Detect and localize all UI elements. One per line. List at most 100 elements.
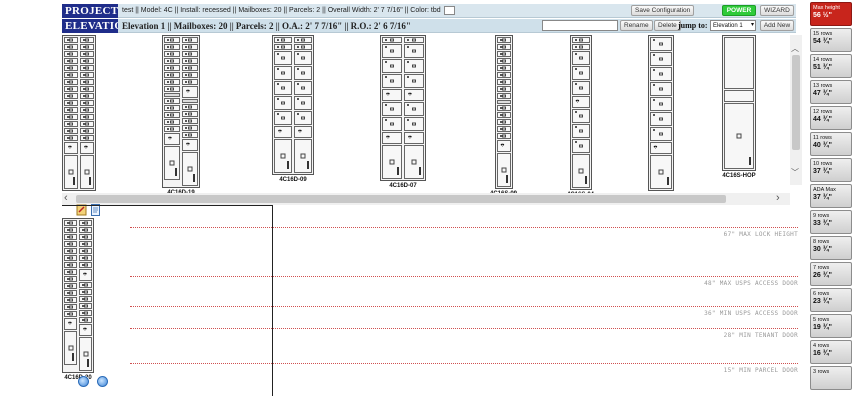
- mailbox-door[interactable]: [79, 234, 92, 240]
- parcel-door[interactable]: [79, 337, 92, 371]
- row-height-button[interactable]: 4 rows 16 ¾": [810, 340, 852, 364]
- mailbox-door[interactable]: [64, 311, 77, 317]
- mailbox-door[interactable]: [404, 117, 424, 131]
- mailbox-door[interactable]: [64, 100, 78, 106]
- mailbox-door[interactable]: [79, 289, 92, 295]
- mailbox-door[interactable]: [164, 58, 180, 64]
- mailbox-door[interactable]: [571, 124, 590, 138]
- mailbox-door[interactable]: [294, 51, 312, 65]
- vertical-scrollbar[interactable]: ︿ ﹀: [790, 35, 802, 185]
- mailbox-door[interactable]: [294, 111, 312, 125]
- mailbox-door[interactable]: [79, 262, 92, 268]
- mailbox-door[interactable]: [64, 248, 77, 254]
- mailbox-door[interactable]: [649, 52, 672, 66]
- mailbox-door[interactable]: [80, 107, 94, 113]
- scroll-down-icon[interactable]: ﹀: [791, 167, 799, 178]
- elevation-preview[interactable]: •:••:••:•4C16D-20: [62, 218, 94, 381]
- max-height-button[interactable]: Max height 56 ½": [810, 2, 852, 26]
- mailbox-door[interactable]: [79, 296, 92, 302]
- mailbox-door[interactable]: [64, 234, 77, 240]
- parcel-door[interactable]: [294, 139, 312, 173]
- mailbox-door[interactable]: •:•: [164, 133, 180, 145]
- mailbox-door[interactable]: •:•: [274, 126, 292, 138]
- mailbox-door[interactable]: [274, 96, 292, 110]
- mailbox-door[interactable]: [80, 86, 94, 92]
- mailbox-door[interactable]: [80, 128, 94, 134]
- unit-4c16s-04[interactable]: •:•4C16S-04: [567, 35, 594, 193]
- mailbox-door[interactable]: [571, 37, 590, 43]
- mailbox-door[interactable]: [64, 44, 78, 50]
- mailbox-door[interactable]: [64, 65, 78, 71]
- unit-4c16s-hop[interactable]: 4C16S-HOP: [722, 35, 756, 179]
- row-height-button[interactable]: 9 rows 33 ¾": [810, 210, 852, 234]
- mailbox-door[interactable]: [294, 66, 312, 80]
- delete-button[interactable]: Delete: [654, 20, 681, 31]
- mailbox-door[interactable]: [80, 51, 94, 57]
- rename-button[interactable]: Rename: [620, 20, 653, 31]
- mailbox-door[interactable]: [64, 241, 77, 247]
- horizontal-scrollbar[interactable]: ‹ ›: [62, 192, 790, 205]
- mailbox-door[interactable]: [64, 114, 78, 120]
- mailbox-door[interactable]: [164, 98, 180, 104]
- row-height-button[interactable]: 5 rows 19 ¾": [810, 314, 852, 338]
- mailbox-door[interactable]: •:•: [649, 142, 672, 154]
- mailbox-door[interactable]: [649, 97, 672, 111]
- mailbox-door[interactable]: •:•: [571, 96, 590, 108]
- mailbox-door[interactable]: [496, 133, 511, 139]
- mailbox-door[interactable]: [164, 44, 180, 50]
- mailbox-door[interactable]: [496, 51, 511, 57]
- row-height-button[interactable]: 12 rows 44 ¾": [810, 106, 852, 130]
- mailbox-door[interactable]: [274, 66, 292, 80]
- mailbox-door[interactable]: [164, 112, 180, 118]
- mailbox-door[interactable]: [571, 81, 590, 95]
- mailbox-door[interactable]: [80, 93, 94, 99]
- mailbox-door[interactable]: [571, 66, 590, 80]
- mailbox-door[interactable]: [64, 86, 78, 92]
- mailbox-door[interactable]: [496, 105, 511, 111]
- add-new-button[interactable]: Add New: [760, 20, 794, 31]
- mailbox-door[interactable]: [496, 112, 511, 118]
- mailbox-door[interactable]: [496, 65, 511, 71]
- mailbox-door[interactable]: [64, 297, 77, 303]
- row-height-button[interactable]: 3 rows: [810, 366, 852, 390]
- rename-input[interactable]: [542, 20, 618, 31]
- mailbox-door[interactable]: •:•: [80, 142, 94, 154]
- mailbox-door[interactable]: [164, 65, 180, 71]
- mailbox-door[interactable]: [496, 119, 511, 125]
- wizard-button[interactable]: WIZARD: [760, 5, 794, 16]
- row-height-button[interactable]: 7 rows 26 ¾": [810, 262, 852, 286]
- mailbox-door[interactable]: [182, 118, 198, 124]
- mailbox-door[interactable]: [80, 72, 94, 78]
- mailbox-door[interactable]: [64, 283, 77, 289]
- unit-4c16d-09[interactable]: •:• •:• 4C16D-09: [272, 35, 314, 183]
- mailbox-door[interactable]: [382, 59, 402, 73]
- parcel-door[interactable]: [496, 153, 511, 187]
- mailbox-door[interactable]: [274, 81, 292, 95]
- parcel-door[interactable]: [64, 331, 77, 365]
- mailbox-door[interactable]: [274, 44, 292, 50]
- scroll-right-icon[interactable]: ›: [776, 192, 780, 204]
- mailbox-door[interactable]: [649, 67, 672, 81]
- mailbox-door[interactable]: [64, 269, 77, 275]
- mailbox-door[interactable]: [182, 51, 198, 57]
- row-height-button[interactable]: 6 rows 23 ¾": [810, 288, 852, 312]
- mailbox-door[interactable]: •:•: [294, 126, 312, 138]
- parcel-door[interactable]: [182, 152, 198, 186]
- mailbox-door[interactable]: [382, 74, 402, 88]
- mailbox-door[interactable]: [182, 79, 198, 85]
- mailbox-door[interactable]: [294, 37, 312, 43]
- mailbox-door[interactable]: •:•: [382, 132, 402, 144]
- mailbox-door[interactable]: [182, 65, 198, 71]
- mailbox-door[interactable]: [164, 119, 180, 125]
- mailbox-door[interactable]: [496, 126, 511, 132]
- mailbox-door[interactable]: [496, 58, 511, 64]
- mailbox-door[interactable]: [182, 99, 198, 103]
- mailbox-door[interactable]: [382, 117, 402, 131]
- mailbox-door[interactable]: [64, 276, 77, 282]
- mailbox-door[interactable]: [80, 65, 94, 71]
- mailbox-door[interactable]: [164, 93, 180, 97]
- mailbox-door[interactable]: [79, 241, 92, 247]
- mailbox-door[interactable]: [80, 58, 94, 64]
- mailbox-door[interactable]: [294, 81, 312, 95]
- mailbox-door[interactable]: •:•: [404, 89, 424, 101]
